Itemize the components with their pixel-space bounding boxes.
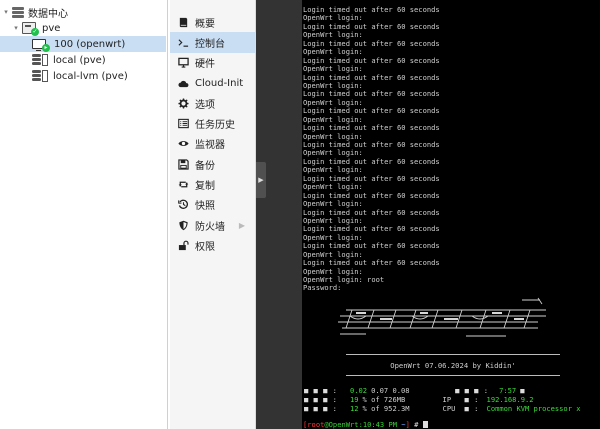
menu-item-permissions[interactable]: 权限 [170,235,255,255]
console-output: Login timed out after 60 seconds OpenWrt … [303,5,440,293]
tree-item-label: pve [42,22,61,34]
memory-percent: 19 [350,395,359,404]
text-cursor [422,421,428,428]
list-icon [178,118,189,129]
menu-item-backup[interactable]: 备份 [170,154,255,174]
prompt-time: 10:43 PM [362,420,398,429]
menu-item-summary[interactable]: 概要 [170,12,255,32]
running-status-icon: ▸ [42,44,50,52]
resource-tree: ▾ 数据中心 ▾ ✓ pve ▸ 100 (openwrt) local (pv… [0,0,168,429]
load-value: 0.02 [350,386,368,395]
vm-menu: 概要 控制台 硬件 Cloud-Init 选项 任务历史 监视器 备份 复制 快… [170,0,256,429]
gear-icon [178,98,189,109]
monitor-icon [178,57,189,68]
tree-item-label: local (pve) [53,54,106,66]
menu-item-task-history[interactable]: 任务历史 [170,113,255,133]
tree-item-storage[interactable]: local-lvm (pve) [32,68,128,84]
shield-icon [178,220,189,231]
console-side-panel [256,0,302,429]
datacenter-icon [12,6,24,18]
retweet-icon [178,179,189,190]
tree-item-vm[interactable]: ▸ 100 (openwrt) [0,36,166,52]
ip-value: 192.168.9.2 [486,395,534,404]
storage-icon [32,54,48,66]
memory-text: % of 726MB [362,395,406,404]
tree-item-datacenter[interactable]: ▾ 数据中心 [2,4,68,20]
expand-toolbar-button[interactable]: ▶ [256,162,266,198]
disk-text: % of 952.3M [362,404,410,413]
terminal-icon [178,37,189,48]
disk-percent: 12 [350,404,359,413]
menu-item-label: 备份 [195,160,215,172]
cpu-label: CPU [442,404,456,413]
motd-banner: OpenWrt 07.06.2024 by Kiddin' [346,354,560,377]
menu-item-replication[interactable]: 复制 [170,174,255,194]
menu-item-label: 硬件 [195,59,215,71]
load-rest: 0.07 0.08 [371,386,410,395]
collapse-arrow-icon[interactable]: ▾ [12,24,20,32]
menu-item-label: 快照 [195,201,215,213]
menu-item-console[interactable]: 控制台 [170,32,255,53]
menu-item-label: 监视器 [195,140,225,152]
submenu-arrow-icon[interactable]: ▶ [239,221,245,230]
tree-item-label: 数据中心 [28,8,68,20]
menu-item-label: 控制台 [195,38,225,50]
menu-item-label: 任务历史 [195,120,235,132]
storage-icon [32,70,48,82]
system-info: ■ ■ ■ : 0.02 0.07 0.08 ■ ■ ■ : 7:57 ■ ■ … [304,386,581,413]
unlock-icon [178,240,189,251]
vm-icon: ▸ [32,39,50,52]
menu-item-options[interactable]: 选项 [170,93,255,113]
menu-item-label: 权限 [195,241,215,253]
menu-item-label: 复制 [195,181,215,193]
book-icon [178,17,189,28]
prompt-host: OpenWrt [328,420,359,429]
tree-item-label: 100 (openwrt) [54,38,126,50]
banner-text: OpenWrt 07.06.2024 by Kiddin' [390,361,516,370]
tree-item-node[interactable]: ▾ ✓ pve [12,20,60,36]
collapse-arrow-icon[interactable]: ▾ [2,8,10,16]
eye-icon [178,138,189,149]
ip-label: IP [442,395,452,404]
menu-item-cloud-init[interactable]: Cloud-Init [170,73,255,93]
history-icon [178,199,189,210]
time-value: 7:57 [499,386,517,395]
floppy-icon [178,159,189,170]
openwrt-logo [338,297,546,337]
menu-item-label: Cloud-Init [195,77,244,89]
menu-item-label: 选项 [195,99,215,111]
cpu-value: Common KVM processor x [486,404,581,413]
menu-item-label: 概要 [195,18,215,30]
server-icon: ✓ [22,22,39,36]
menu-item-hardware[interactable]: 硬件 [170,53,255,73]
console-line: Password: [303,283,342,293]
tree-item-storage[interactable]: local (pve) [32,52,106,68]
menu-item-firewall[interactable]: 防火墙 ▶ [170,215,255,235]
vnc-console[interactable]: Login timed out after 60 seconds OpenWrt … [302,0,600,429]
online-status-icon: ✓ [31,28,39,36]
shell-prompt: [root@OpenWrt:10:43 PM ~] # [303,420,428,429]
menu-item-monitor[interactable]: 监视器 [170,134,255,154]
tree-item-label: local-lvm (pve) [53,70,128,82]
menu-item-snapshots[interactable]: 快照 [170,195,255,215]
menu-item-label: 防火墙 [195,221,225,233]
prompt-user: root [307,420,325,429]
cloud-icon [178,78,189,89]
